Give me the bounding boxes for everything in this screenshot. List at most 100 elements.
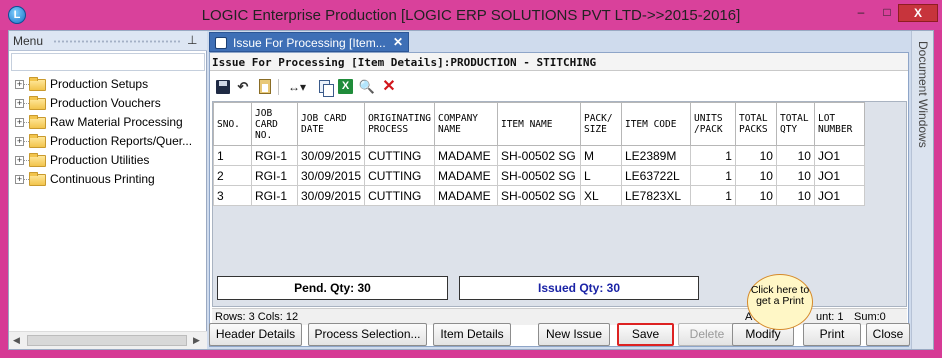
pin-icon[interactable]: ⊥: [187, 33, 197, 47]
cell-sno[interactable]: 3: [213, 185, 252, 206]
cell-job-card-no[interactable]: RGI-1: [251, 185, 298, 206]
menu-title: Menu: [13, 34, 44, 48]
cell-lot-number[interactable]: JO1: [813, 185, 865, 206]
save-button[interactable]: Save: [617, 323, 674, 346]
cell-job-card-date[interactable]: 30/09/2015: [296, 145, 366, 166]
close-window-button[interactable]: X: [898, 4, 938, 22]
delete-icon[interactable]: ✕: [380, 78, 398, 96]
copy-icon[interactable]: [316, 78, 334, 97]
expand-icon[interactable]: +: [15, 80, 24, 89]
col-header-item-name[interactable]: ITEM NAME: [496, 102, 581, 146]
cell-total-packs[interactable]: 10: [734, 185, 777, 206]
cell-item-name[interactable]: SH-00502 SG: [496, 165, 581, 186]
col-header-total-qty[interactable]: TOTAL QTY: [775, 102, 815, 146]
col-header-originating-process[interactable]: ORIGINATING PROCESS: [364, 102, 435, 146]
cell-job-card-no[interactable]: RGI-1: [251, 165, 298, 186]
cell-sno[interactable]: 2: [213, 165, 252, 186]
document-windows-panel[interactable]: Document Windows: [911, 31, 933, 349]
cell-lot-number[interactable]: JO1: [813, 165, 865, 186]
scroll-left-icon[interactable]: ◀: [13, 335, 20, 346]
expand-icon[interactable]: +: [15, 175, 24, 184]
tree-item-raw-material-processing[interactable]: + Raw Material Processing: [13, 113, 205, 132]
item-details-button[interactable]: Item Details: [433, 323, 511, 346]
cell-item-code[interactable]: LE2389M: [620, 145, 691, 166]
cell-pack-size[interactable]: L: [579, 165, 622, 186]
menu-pane: Menu ⊥ + Production Setups + Production …: [9, 31, 207, 349]
item-table: SNO. JOB CARD NO. JOB CARD DATE ORIGINAT…: [213, 102, 865, 206]
cell-units-pack[interactable]: 1: [689, 165, 736, 186]
cell-item-code[interactable]: LE7823XL: [620, 185, 691, 206]
maximize-button[interactable]: □: [874, 4, 900, 22]
process-selection-button[interactable]: Process Selection...: [308, 323, 427, 346]
tree-item-production-vouchers[interactable]: + Production Vouchers: [13, 94, 205, 113]
column-width-icon[interactable]: ↔▾: [284, 78, 310, 96]
col-header-total-packs[interactable]: TOTAL PACKS: [734, 102, 777, 146]
col-header-sno[interactable]: SNO.: [213, 102, 252, 146]
tab-issue-for-processing[interactable]: Issue For Processing [Item... ✕: [209, 32, 409, 52]
cell-sno[interactable]: 1: [213, 145, 252, 166]
cell-units-pack[interactable]: 1: [689, 145, 736, 166]
excel-export-icon[interactable]: X: [336, 78, 354, 96]
cell-total-qty[interactable]: 10: [775, 165, 815, 186]
grid-toolbar: ↶ ↔▾ X 🔍 ✕: [210, 76, 908, 98]
col-header-job-card-date[interactable]: JOB CARD DATE: [296, 102, 366, 146]
tree-item-production-setups[interactable]: + Production Setups: [13, 75, 205, 94]
cell-units-pack[interactable]: 1: [689, 185, 736, 206]
cell-pack-size[interactable]: M: [579, 145, 622, 166]
tab-close-icon[interactable]: ✕: [393, 35, 403, 49]
cell-total-qty[interactable]: 10: [775, 145, 815, 166]
tree-item-production-utilities[interactable]: + Production Utilities: [13, 151, 205, 170]
folder-icon: [29, 172, 46, 186]
cell-lot-number[interactable]: JO1: [813, 145, 865, 166]
cell-originating-process[interactable]: CUTTING: [364, 185, 435, 206]
col-header-pack-size[interactable]: PACK/ SIZE: [579, 102, 622, 146]
delete-button[interactable]: Delete: [678, 323, 736, 346]
print-button[interactable]: Print: [803, 323, 861, 346]
header-details-button[interactable]: Header Details: [209, 323, 302, 346]
expand-icon[interactable]: +: [15, 118, 24, 127]
table-row[interactable]: 1 RGI-1 30/09/2015 CUTTING MADAME SH-005…: [213, 145, 865, 166]
scroll-thumb[interactable]: [27, 335, 187, 346]
close-button[interactable]: Close: [866, 323, 910, 346]
cell-company-name[interactable]: MADAME: [433, 145, 498, 166]
scroll-right-icon[interactable]: ▶: [193, 335, 200, 346]
form-title: Issue For Processing [Item Details]:PROD…: [210, 53, 908, 71]
cell-job-card-date[interactable]: 30/09/2015: [296, 165, 366, 186]
menu-horizontal-scrollbar[interactable]: ◀ ▶: [9, 331, 207, 349]
cell-job-card-date[interactable]: 30/09/2015: [296, 185, 366, 206]
expand-icon[interactable]: +: [15, 99, 24, 108]
cell-originating-process[interactable]: CUTTING: [364, 165, 435, 186]
tree-item-continuous-printing[interactable]: + Continuous Printing: [13, 170, 205, 189]
table-header-row: SNO. JOB CARD NO. JOB CARD DATE ORIGINAT…: [213, 102, 865, 146]
cell-total-packs[interactable]: 10: [734, 165, 777, 186]
cell-item-name[interactable]: SH-00502 SG: [496, 145, 581, 166]
expand-icon[interactable]: +: [15, 137, 24, 146]
table-row[interactable]: 3 RGI-1 30/09/2015 CUTTING MADAME SH-005…: [213, 185, 865, 206]
cell-company-name[interactable]: MADAME: [433, 165, 498, 186]
cell-company-name[interactable]: MADAME: [433, 185, 498, 206]
undo-icon[interactable]: ↶: [234, 78, 252, 96]
cell-job-card-no[interactable]: RGI-1: [251, 145, 298, 166]
paste-icon[interactable]: [256, 78, 274, 96]
save-icon[interactable]: [214, 78, 232, 96]
window-title: LOGIC Enterprise Production [LOGIC ERP S…: [201, 7, 741, 24]
new-issue-button[interactable]: New Issue: [538, 323, 610, 346]
col-header-item-code[interactable]: ITEM CODE: [620, 102, 691, 146]
folder-icon: [29, 77, 46, 91]
cell-originating-process[interactable]: CUTTING: [364, 145, 435, 166]
cell-item-name[interactable]: SH-00502 SG: [496, 185, 581, 206]
col-header-company-name[interactable]: COMPANY NAME: [433, 102, 498, 146]
cell-pack-size[interactable]: XL: [579, 185, 622, 206]
cell-total-qty[interactable]: 10: [775, 185, 815, 206]
col-header-lot-number[interactable]: LOT NUMBER: [813, 102, 865, 146]
expand-icon[interactable]: +: [15, 156, 24, 165]
col-header-units-pack[interactable]: UNITS /PACK: [689, 102, 736, 146]
col-header-job-card-no[interactable]: JOB CARD NO.: [251, 102, 298, 146]
tree-item-production-reports[interactable]: + Production Reports/Quer...: [13, 132, 205, 151]
cell-item-code[interactable]: LE63722L: [620, 165, 691, 186]
menu-search-input[interactable]: [11, 53, 205, 71]
cell-total-packs[interactable]: 10: [734, 145, 777, 166]
minimize-button[interactable]: –: [848, 4, 874, 22]
table-row[interactable]: 2 RGI-1 30/09/2015 CUTTING MADAME SH-005…: [213, 165, 865, 186]
find-icon[interactable]: 🔍: [358, 78, 376, 96]
